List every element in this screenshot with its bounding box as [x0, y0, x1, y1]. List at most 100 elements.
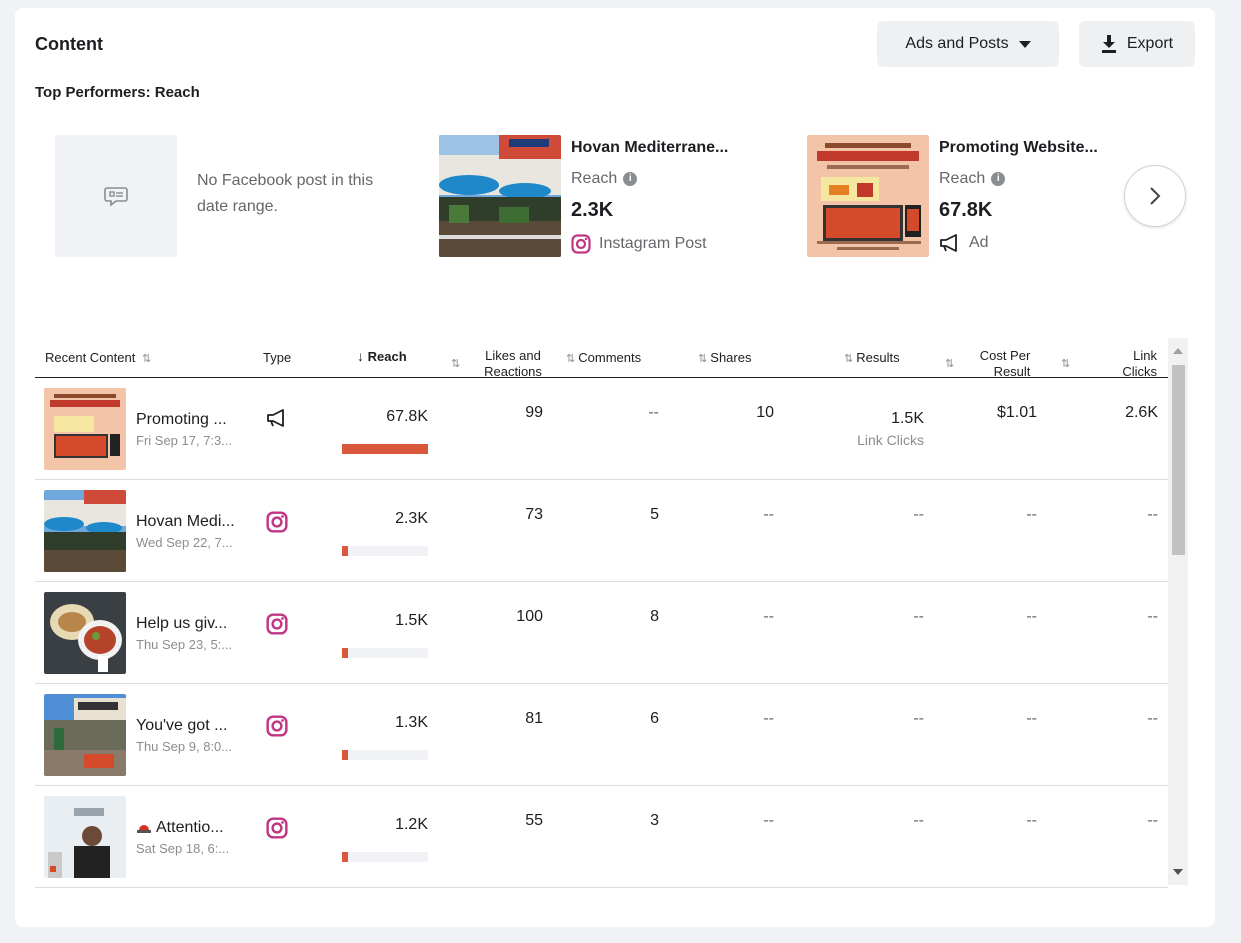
header-reach[interactable]: ↓ Reach [357, 348, 407, 365]
sort-icon: ⇅ [945, 358, 955, 370]
header-recent-content[interactable]: Recent Content ⇅ [45, 350, 151, 367]
header-label: Link [1133, 348, 1157, 363]
cell-cost: -- [1026, 812, 1037, 829]
row-type [266, 817, 288, 844]
export-button[interactable]: Export [1079, 21, 1195, 67]
row-title[interactable]: Promoting ... [136, 411, 227, 429]
row-thumbnail[interactable] [44, 388, 126, 470]
header-shares[interactable]: ⇅ Shares [698, 350, 751, 367]
cell-likes: 73 [525, 506, 543, 523]
megaphone-icon [940, 234, 957, 252]
ad-creative-image [807, 135, 929, 257]
header-results[interactable]: ⇅ Results [844, 350, 900, 367]
row-thumbnail[interactable] [44, 796, 126, 878]
top-performers-title: Top Performers: Reach [35, 84, 200, 101]
top-performer-1-title[interactable]: Hovan Mediterrane... [571, 139, 728, 157]
row-title[interactable]: Hovan Medi... [136, 513, 235, 531]
reach-bar-track [342, 546, 428, 556]
row-title-text: Hovan Medi... [136, 513, 235, 530]
header-comments[interactable]: ⇅ Comments [566, 350, 641, 367]
top-performer-1-thumbnail[interactable] [439, 135, 561, 257]
scroll-thumb[interactable] [1172, 365, 1185, 555]
cell-cost: -- [1026, 608, 1037, 625]
row-type [266, 613, 288, 640]
table-row[interactable]: Promoting ... Fri Sep 17, 7:3... 67.8K 99 --… [35, 378, 1168, 480]
reach-bar-fill [342, 648, 348, 658]
row-thumbnail[interactable] [44, 592, 126, 674]
cell-comments: 8 [650, 608, 659, 625]
reach-bar-track [342, 444, 428, 454]
row-type [266, 409, 288, 432]
ads-and-posts-label: Ads and Posts [905, 35, 1009, 52]
cell-link_clicks: -- [1147, 710, 1158, 727]
instagram-icon [266, 817, 288, 839]
cell-comments: 6 [650, 710, 659, 727]
cell-results: -- [913, 506, 924, 523]
cell-reach: 1.2K [395, 816, 428, 833]
cell-shares: -- [763, 812, 774, 829]
sort-icon: ⇅ [1061, 358, 1071, 370]
reach-label: Reach [939, 170, 986, 187]
cell-cost: $1.01 [996, 404, 1037, 421]
header-label: Recent Content [45, 350, 136, 365]
row-title[interactable]: Help us giv... [136, 615, 227, 633]
row-type [266, 511, 288, 538]
cell-comments: 5 [650, 506, 659, 523]
cell-likes: 100 [516, 608, 543, 625]
header-label: Comments [578, 350, 642, 365]
instagram-icon [571, 234, 591, 254]
cell-shares: -- [763, 608, 774, 625]
info-icon[interactable]: i [623, 172, 638, 186]
ads-and-posts-dropdown[interactable]: Ads and Posts [877, 21, 1059, 67]
table-row[interactable]: Attentio... Sat Sep 18, 6:... 1.2K 55 3 -- -- -… [35, 786, 1168, 888]
table-row[interactable]: Hovan Medi... Wed Sep 22, 7... 2.3K 73 5 -- --… [35, 480, 1168, 582]
top-performer-2-title[interactable]: Promoting Website... [939, 139, 1098, 157]
top-performer-1-metric: Reach i [571, 170, 638, 188]
row-date: Fri Sep 17, 7:3... [136, 433, 233, 448]
row-title[interactable]: Attentio... [136, 819, 224, 837]
cell-results: -- [913, 608, 924, 625]
scroll-down-icon[interactable] [1173, 869, 1183, 875]
row-thumbnail-image [44, 490, 126, 572]
header-label: Shares [710, 350, 752, 365]
reach-bar-fill [342, 750, 348, 760]
table-row[interactable]: Help us giv... Thu Sep 23, 5:... 1.5K 100 8 -… [35, 582, 1168, 684]
instagram-icon [266, 715, 288, 737]
info-icon[interactable]: i [991, 172, 1006, 186]
megaphone-icon [267, 409, 284, 427]
cell-reach: 1.5K [395, 612, 428, 629]
row-thumbnail[interactable] [44, 694, 126, 776]
reach-bar-track [342, 852, 428, 862]
chevron-right-icon [1150, 187, 1161, 205]
content-card: Content Top Performers: Reach Ads and Po… [15, 8, 1215, 927]
scroll-up-icon[interactable] [1173, 348, 1183, 354]
top-performer-2-metric: Reach i [939, 170, 1006, 188]
cell-results: 1.5K [891, 410, 924, 427]
empty-post-placeholder [55, 135, 177, 257]
top-performer-2-thumbnail[interactable] [807, 135, 929, 257]
row-title-text: Promoting ... [136, 411, 227, 428]
empty-post-text: No Facebook post in this date range. [197, 172, 374, 215]
row-title[interactable]: You've got ... [136, 717, 227, 735]
cell-reach: 2.3K [395, 510, 428, 527]
cell-cost: -- [1026, 506, 1037, 523]
table-scrollbar[interactable] [1168, 338, 1188, 885]
export-label: Export [1126, 35, 1174, 52]
cell-link_clicks: -- [1147, 506, 1158, 523]
row-thumbnail-image [44, 592, 126, 674]
instagram-icon [266, 613, 288, 635]
row-title-text: You've got ... [136, 717, 228, 734]
cell-comments: -- [648, 404, 659, 421]
cell-results: -- [913, 710, 924, 727]
next-carousel-button[interactable] [1124, 165, 1186, 227]
row-thumbnail[interactable] [44, 490, 126, 572]
card-title: Content [35, 34, 103, 54]
top-performer-1-type: Instagram Post [571, 234, 707, 254]
top-performer-1-value: 2.3K [571, 199, 614, 221]
table-row[interactable]: You've got ... Thu Sep 9, 8:0... 1.3K 81 6 --… [35, 684, 1168, 786]
cell-likes: 99 [525, 404, 543, 421]
cell-results: -- [913, 812, 924, 829]
sort-icon: ⇅ [451, 358, 461, 370]
sort-icon: ⇅ [844, 353, 857, 365]
sort-icon: ⇅ [138, 353, 152, 365]
